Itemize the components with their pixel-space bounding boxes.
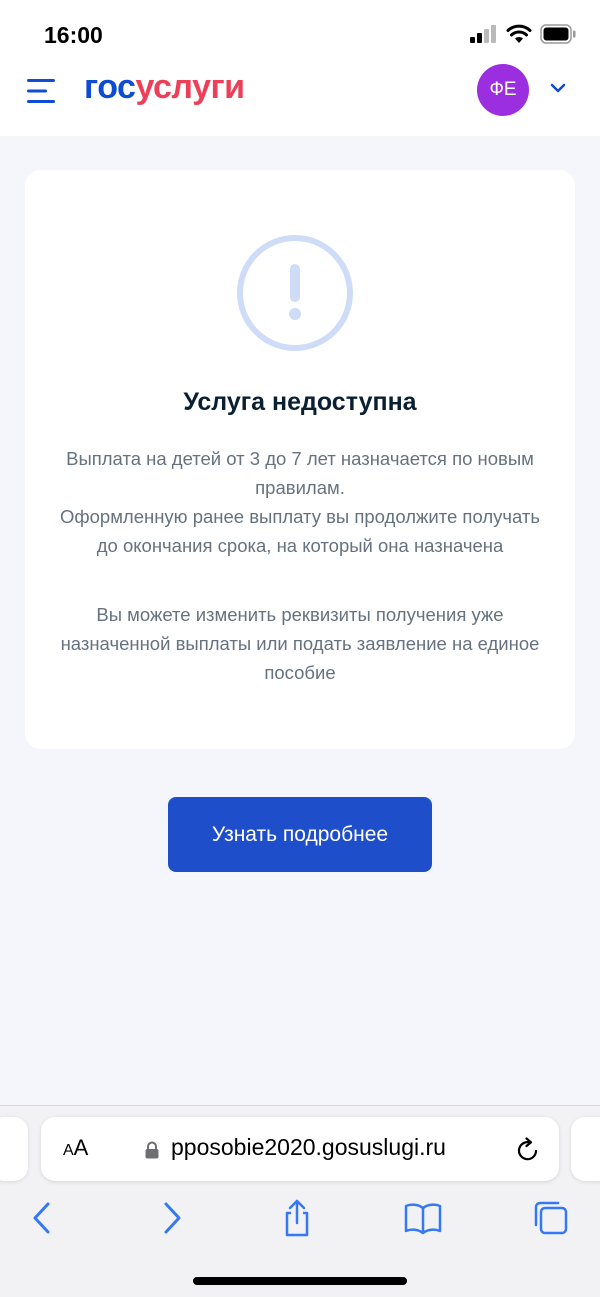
status-time: 16:00 [44, 22, 103, 48]
status-icons [470, 24, 576, 44]
exclamation-circle-icon [237, 235, 353, 351]
status-bar: 16:00 [0, 0, 600, 62]
aa-large-letter: A [73, 1135, 89, 1160]
bookmarks-icon[interactable] [403, 1198, 443, 1238]
chevron-down-icon[interactable] [548, 78, 568, 98]
cellular-signal-icon [470, 25, 496, 43]
hamburger-menu-icon[interactable] [27, 78, 57, 104]
battery-icon [540, 24, 576, 44]
previous-tab-preview[interactable] [0, 1117, 28, 1181]
reload-icon[interactable] [515, 1137, 541, 1163]
wifi-icon [506, 24, 532, 43]
back-arrow-icon[interactable] [22, 1198, 62, 1238]
aa-small-letter: A [63, 1142, 74, 1159]
reader-settings-button[interactable]: AA [63, 1135, 88, 1161]
card-title: Услуга недоступна [183, 388, 417, 416]
lock-icon [145, 1141, 159, 1159]
logo-part-gos: гос [84, 68, 136, 106]
next-tab-preview[interactable] [571, 1117, 600, 1181]
user-avatar[interactable]: ФЕ [477, 64, 529, 116]
logo-part-uslugi: услуги [135, 68, 245, 106]
address-bar[interactable]: AA pposobie2020.gosuslugi.ru [41, 1117, 559, 1181]
card-paragraph-2: Вы можете изменить реквизиты получения у… [60, 604, 540, 683]
service-unavailable-card: Услуга недоступна Выплата на детей от 3 … [25, 170, 575, 749]
learn-more-button[interactable]: Узнать подробнее [168, 797, 432, 872]
card-paragraph-1: Выплата на детей от 3 до 7 лет назначает… [55, 444, 545, 560]
card-paragraph-1-text: Выплата на детей от 3 до 7 лет назначает… [60, 448, 540, 556]
site-header: госуслуги ФЕ [0, 62, 600, 136]
gosuslugi-logo[interactable]: госуслуги [84, 68, 245, 107]
forward-arrow-icon[interactable] [152, 1198, 192, 1238]
browser-bottom-bar: AA pposobie2020.gosuslugi.ru [0, 1105, 600, 1297]
share-icon[interactable] [277, 1198, 317, 1238]
tabs-icon[interactable] [531, 1198, 571, 1238]
url-text: pposobie2020.gosuslugi.ru [171, 1134, 446, 1160]
home-indicator [193, 1277, 407, 1285]
